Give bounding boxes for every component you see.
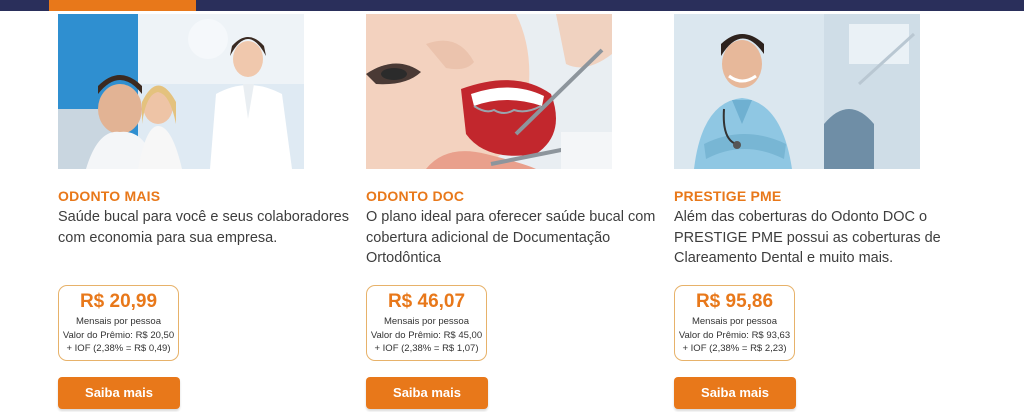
premium-value: Valor do Prêmio: R$ 45,00 — [370, 329, 483, 341]
premium-value: Valor do Prêmio: R$ 20,50 — [62, 329, 175, 341]
price-period: Mensais por pessoa — [75, 316, 162, 327]
saiba-mais-button[interactable]: Saiba mais — [674, 377, 796, 409]
dental-exam-photo — [366, 14, 612, 169]
iof-value: + IOF (2,38% = R$ 2,23) — [682, 343, 787, 354]
iof-value: + IOF (2,38% = R$ 0,49) — [66, 343, 171, 354]
price-period: Mensais por pessoa — [383, 316, 470, 327]
plan-card-odonto-doc: ODONTO DOC O plano ideal para oferecer s… — [366, 14, 666, 412]
price-box: R$ 20,99 Mensais por pessoa Valor do Prê… — [58, 285, 179, 361]
plan-price: R$ 95,86 — [695, 291, 774, 312]
plan-price: R$ 20,99 — [79, 291, 158, 312]
plan-title: PRESTIGE PME — [674, 188, 782, 204]
plan-description: Saúde bucal para você e seus colaborador… — [58, 209, 349, 246]
dentist-portrait-photo — [674, 14, 920, 169]
premium-value: Valor do Prêmio: R$ 93,63 — [678, 329, 791, 341]
plan-description: Além das coberturas do Odonto DOC o PRES… — [674, 209, 941, 266]
plan-card-prestige-pme: PRESTIGE PME Além das coberturas do Odon… — [674, 14, 974, 412]
family-dental-clinic-photo — [58, 14, 304, 169]
saiba-mais-button[interactable]: Saiba mais — [58, 377, 180, 409]
plan-title: ODONTO MAIS — [58, 188, 161, 204]
active-nav-indicator — [49, 0, 196, 11]
price-box: R$ 46,07 Mensais por pessoa Valor do Prê… — [366, 285, 487, 361]
iof-value: + IOF (2,38% = R$ 1,07) — [374, 343, 479, 354]
plan-title: ODONTO DOC — [366, 188, 465, 204]
saiba-mais-button[interactable]: Saiba mais — [366, 377, 488, 409]
plan-description: O plano ideal para oferecer saúde bucal … — [366, 209, 656, 266]
plan-price: R$ 46,07 — [387, 291, 466, 312]
price-period: Mensais por pessoa — [691, 316, 778, 327]
price-box: R$ 95,86 Mensais por pessoa Valor do Prê… — [674, 285, 795, 361]
plan-card-odonto-mais: ODONTO MAIS Saúde bucal para você e seus… — [58, 14, 358, 412]
